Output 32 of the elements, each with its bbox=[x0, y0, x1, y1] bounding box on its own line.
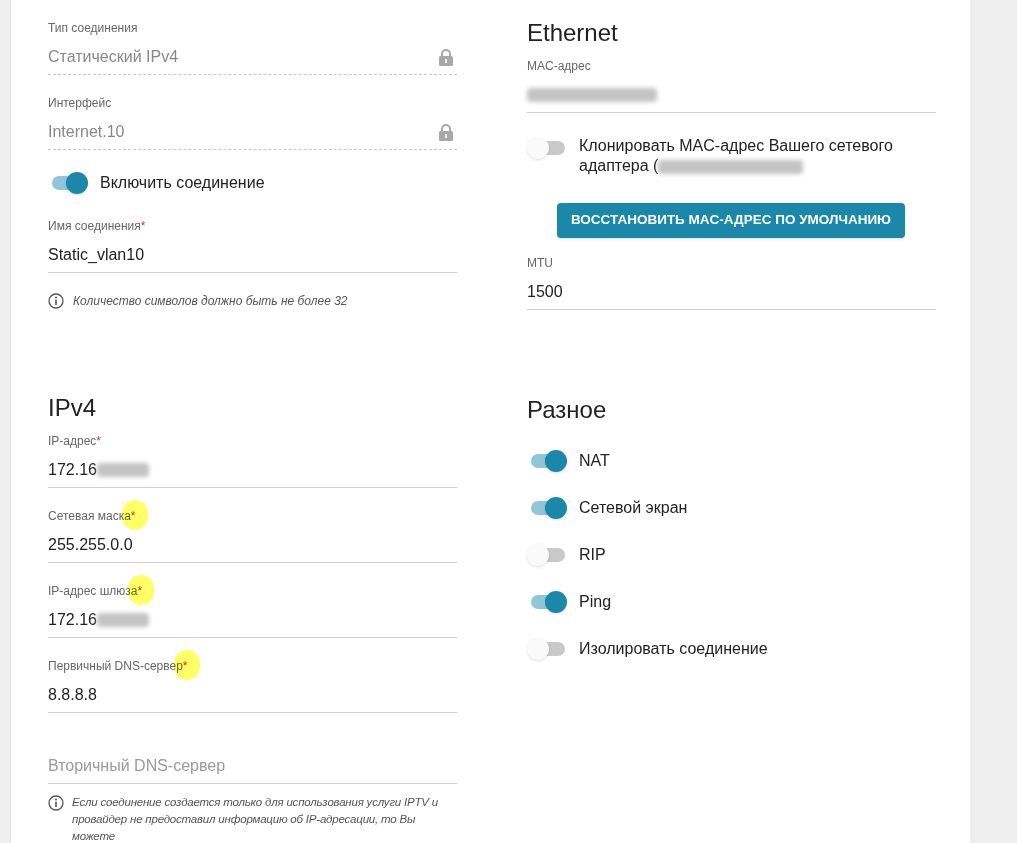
input-field[interactable]: Internet.10 bbox=[48, 120, 457, 144]
toggle-switch[interactable] bbox=[527, 543, 567, 567]
input-field[interactable]: 255.255.0.0 bbox=[48, 533, 457, 557]
input-field[interactable]: 172.16 bbox=[48, 608, 457, 632]
input-field[interactable]: 1500 bbox=[527, 280, 936, 304]
toggle-label: Включить соединение bbox=[100, 173, 265, 193]
toggle-label: Сетевой экран bbox=[579, 498, 688, 518]
info-icon bbox=[48, 293, 64, 309]
toggle-label: Изолировать соединение bbox=[579, 639, 768, 659]
field-label: MAC-адрес bbox=[527, 59, 591, 73]
toggle-switch[interactable] bbox=[527, 136, 567, 160]
toggle-switch[interactable] bbox=[527, 637, 567, 661]
field-label: IP-адрес* bbox=[48, 434, 102, 448]
section-title: Ethernet bbox=[527, 18, 619, 48]
toggle-label: Ping bbox=[579, 592, 612, 612]
input-field[interactable]: Static_vlan10 bbox=[48, 243, 457, 267]
restore-button[interactable]: ВОССТАНОВИТЬ MAC-АДРЕС ПО УМОЛЧАНИЮ bbox=[557, 203, 905, 238]
input-field[interactable]: 8.8.8.8 bbox=[48, 683, 457, 707]
field-label: Интерфейс bbox=[48, 96, 112, 110]
field-label: Тип соединения bbox=[48, 21, 138, 35]
input-field[interactable]: 172.16 bbox=[48, 458, 457, 482]
note-text: Если соединение создается только для использования услуги IPTV и провайдер не предоставил информацию об IP-адресации, то Вы можете bbox=[72, 795, 439, 843]
info-icon bbox=[48, 795, 64, 811]
input-field[interactable]: Статический IPv4 bbox=[48, 45, 457, 69]
section-title: IPv4 bbox=[48, 393, 98, 423]
toggle-label: NAT bbox=[579, 451, 610, 471]
field-label: Имя соединения* bbox=[48, 219, 146, 233]
hint-text: Количество символов должно быть не более 32 bbox=[73, 293, 348, 310]
section-title: Разное bbox=[527, 395, 608, 425]
field-label: MTU bbox=[527, 256, 553, 270]
toggle-label: RIP bbox=[579, 545, 606, 565]
toggle-label: Клонировать MAC-адрес Вашего сетевого адаптера ( bbox=[579, 137, 893, 174]
